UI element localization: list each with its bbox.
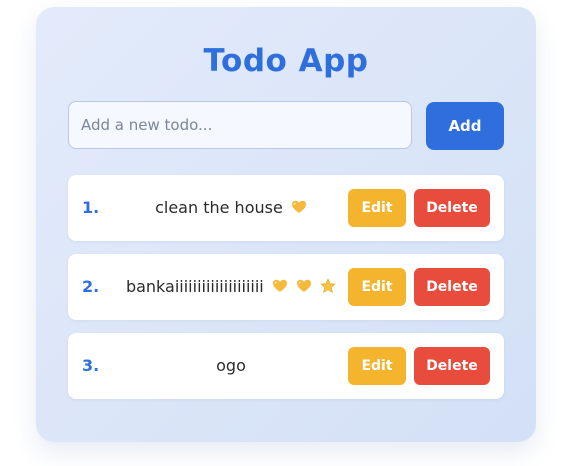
todo-text-container: ogo: [116, 333, 346, 399]
new-todo-input[interactable]: [68, 101, 412, 149]
delete-button[interactable]: Delete: [414, 268, 490, 306]
star-icon: [320, 278, 336, 293]
app-title: Todo App: [203, 43, 369, 79]
todo-list: 1. clean the house Edit Delete 2. bankai…: [68, 175, 504, 412]
todo-number: 1.: [82, 198, 100, 217]
todo-app-card: Todo App Add 1. clean the house Edit Del…: [36, 7, 536, 442]
todo-text-container: bankaiiiiiiiiiiiiiiiiiiii: [116, 254, 346, 320]
edit-button[interactable]: Edit: [348, 347, 406, 385]
todo-text-container: clean the house: [116, 175, 346, 241]
yellow-heart-icon: [291, 200, 306, 213]
todo-text: ogo: [216, 356, 246, 375]
add-button[interactable]: Add: [426, 102, 504, 150]
edit-button[interactable]: Edit: [348, 189, 406, 227]
todo-number: 2.: [82, 277, 100, 296]
delete-button[interactable]: Delete: [414, 347, 490, 385]
todo-item: 1. clean the house Edit Delete: [68, 175, 504, 241]
todo-text: bankaiiiiiiiiiiiiiiiiiiii: [125, 277, 264, 296]
delete-button[interactable]: Delete: [414, 189, 490, 227]
todo-item: 2. bankaiiiiiiiiiiiiiiiiiiii Edit Delete: [68, 254, 504, 320]
todo-item: 3. ogo Edit Delete: [68, 333, 504, 399]
yellow-heart-icon: [272, 279, 287, 292]
todo-text: clean the house: [155, 198, 283, 217]
edit-button[interactable]: Edit: [348, 268, 406, 306]
yellow-heart-icon: [296, 279, 311, 292]
todo-number: 3.: [82, 356, 100, 375]
